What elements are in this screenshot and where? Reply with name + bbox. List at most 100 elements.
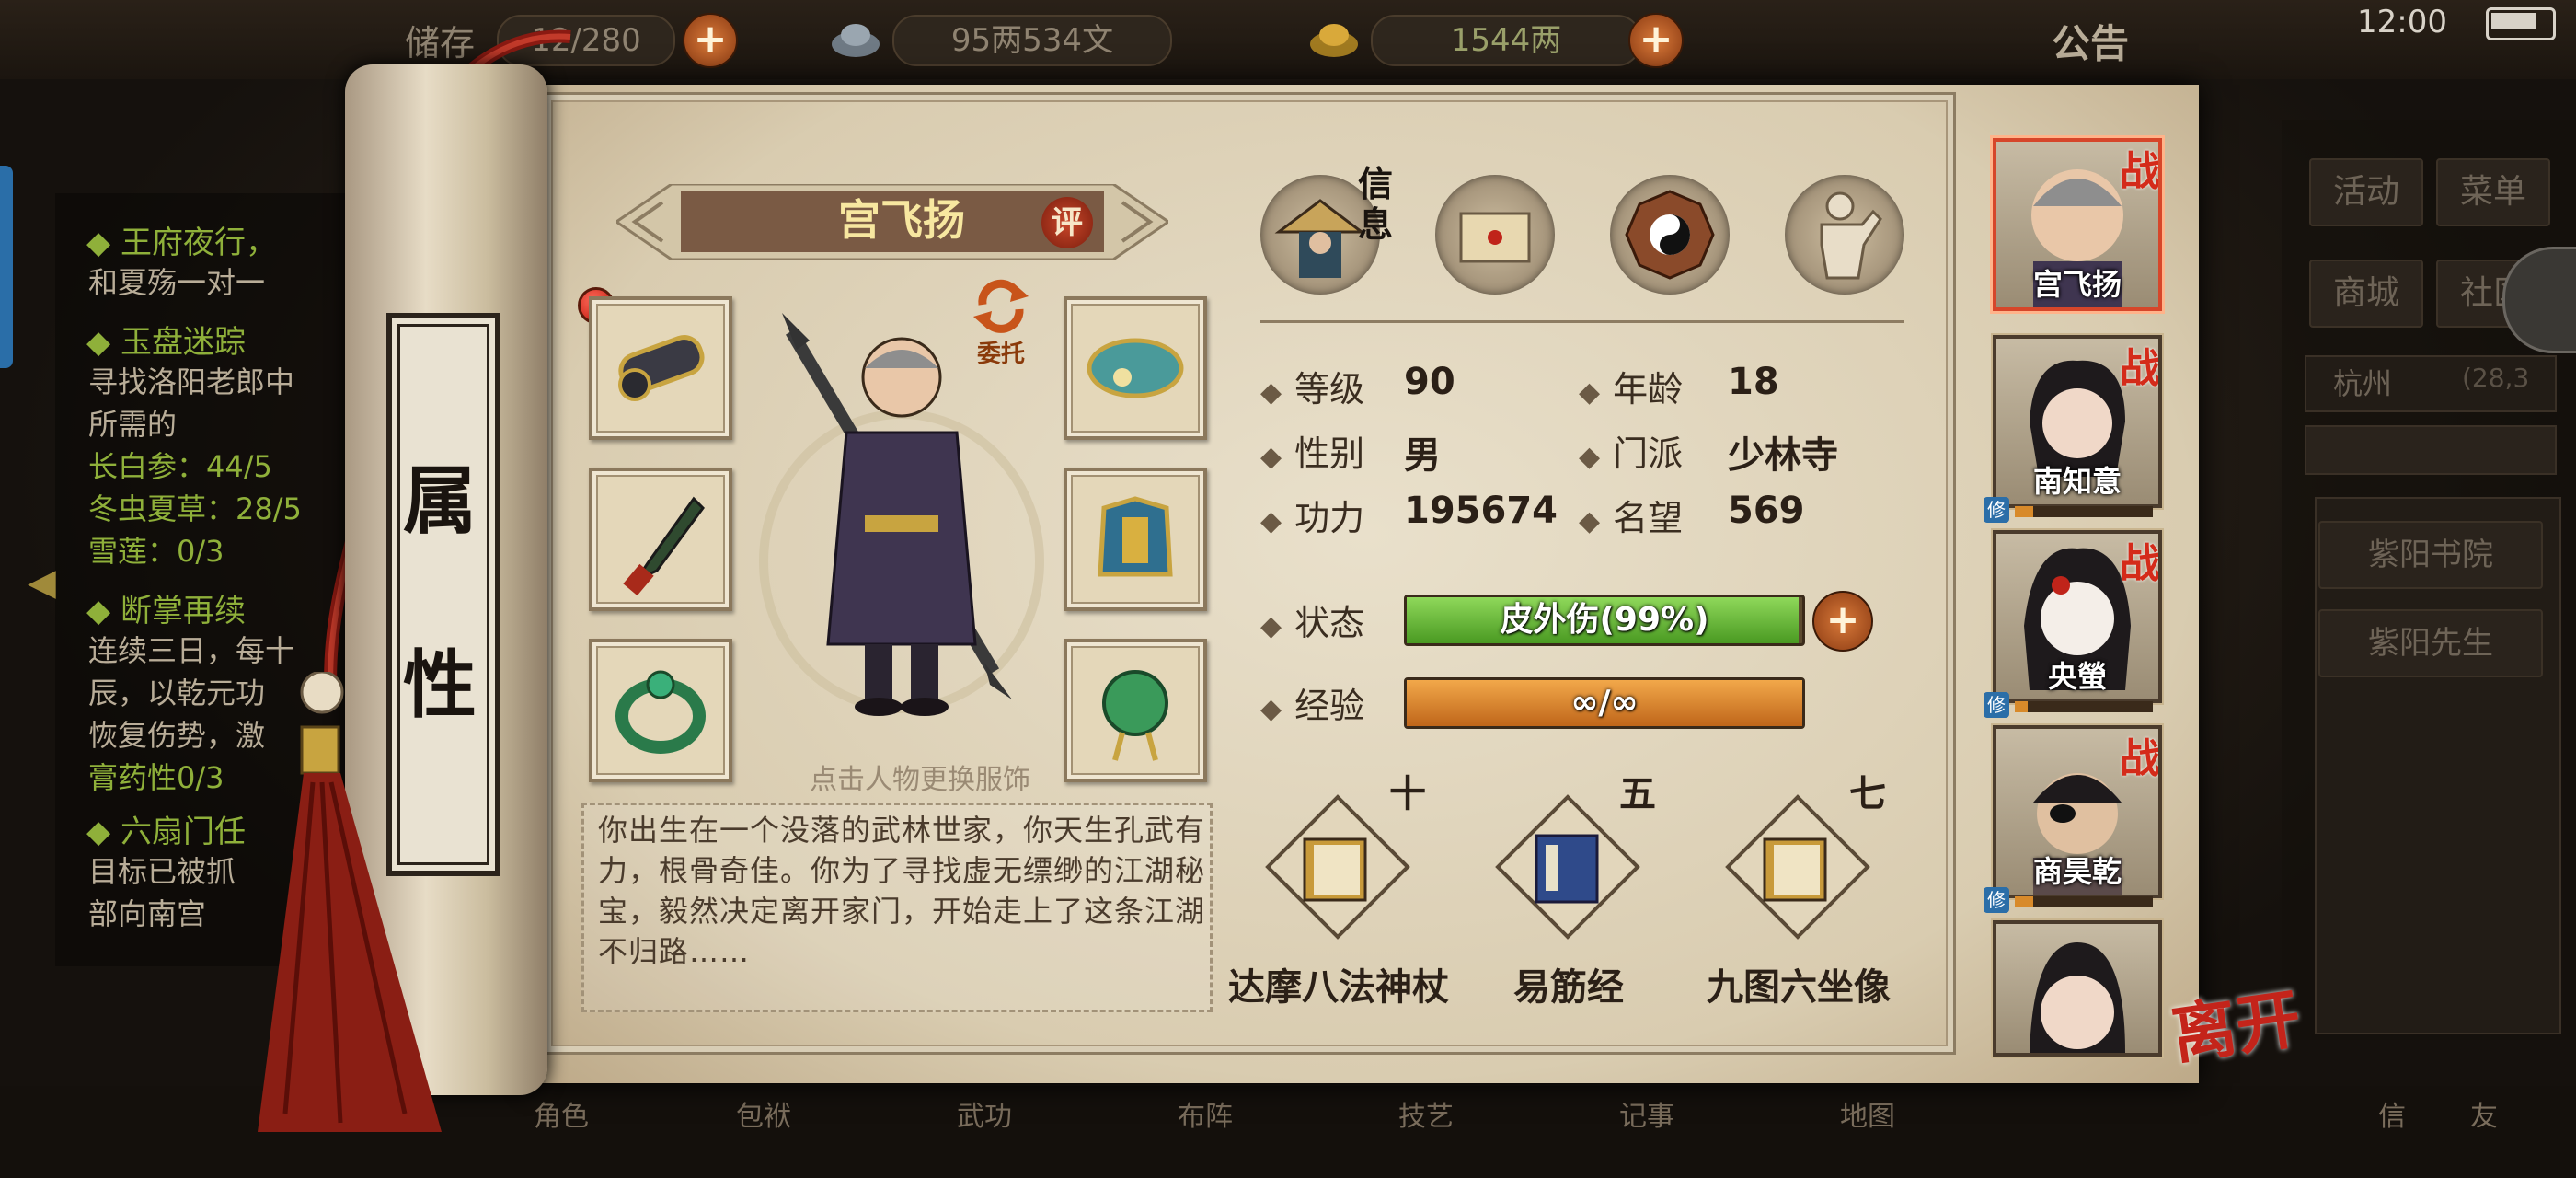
book-icon: [1725, 794, 1870, 940]
quest-desc: 目标已被抓 部向南宫: [88, 854, 236, 931]
nav-map[interactable]: 地图: [1803, 1093, 1932, 1176]
exp-label: ◆ 经验: [1260, 686, 1365, 726]
party-member[interactable]: 战 央螢: [1993, 530, 2162, 703]
notice-button[interactable]: 公告: [2052, 13, 2129, 69]
battle-badge: 战: [2120, 540, 2160, 587]
sect-value: 少林寺: [1728, 434, 1838, 477]
nav-journal[interactable]: 记事: [1582, 1093, 1711, 1176]
location-coords: (28,3: [2462, 363, 2530, 393]
tassel-decoration: [258, 672, 442, 1132]
activity-button[interactable]: 活动: [2309, 158, 2423, 226]
character-figure[interactable]: [754, 313, 1049, 745]
clock: 12:00: [2357, 4, 2447, 40]
character-bio: 你出生在一个没落的武林世家，你天生孔武有力，根骨奇佳。你为了寻找虚无缥缈的江湖秘…: [598, 813, 1206, 969]
nav-formation[interactable]: 布阵: [1141, 1093, 1270, 1176]
scroll-label-char: 属: [403, 457, 477, 544]
leave-button[interactable]: 离开: [2166, 967, 2306, 1078]
armor-icon: [1098, 496, 1173, 577]
add-gold-button[interactable]: +: [1628, 13, 1684, 68]
gold-amount: 1544两: [1371, 15, 1641, 66]
state-value: 皮外伤(99%): [1500, 601, 1709, 639]
skill-slot[interactable]: [1264, 793, 1411, 941]
nav-martial[interactable]: 武功: [920, 1093, 1049, 1176]
location-name: 杭州: [2333, 366, 2393, 401]
quest-title[interactable]: ◆ 六扇门任: [86, 806, 246, 851]
nav-bag[interactable]: 包袱: [699, 1093, 828, 1176]
info-tab-label: 信息: [1358, 163, 1394, 245]
headband-icon: [1087, 338, 1184, 398]
scroll-map-icon: [1459, 212, 1531, 263]
quest-title[interactable]: ◆ 断掌再续: [86, 585, 246, 630]
party-member-name: 宫飞扬: [2032, 267, 2122, 302]
quest-title[interactable]: ◆ 玉盘迷踪: [86, 317, 246, 362]
nav-role[interactable]: 角色: [497, 1093, 626, 1176]
power-value: 195674: [1404, 490, 1558, 532]
battle-badge: 战: [2120, 735, 2160, 782]
cultivate-badge: 修: [1984, 497, 2009, 523]
party-member[interactable]: 战 商昊乾: [1993, 725, 2162, 898]
skill-slot[interactable]: [1724, 793, 1871, 941]
level-value: 90: [1404, 361, 1455, 403]
party-member[interactable]: [1993, 920, 2162, 1057]
compass-strip: [2305, 425, 2557, 475]
skill-slot[interactable]: [1494, 793, 1641, 941]
bagua-icon: [1625, 190, 1715, 280]
equip-slot-hat[interactable]: [1064, 296, 1207, 440]
blue-book-icon: [1495, 794, 1640, 940]
nav-friend[interactable]: 友: [2420, 1093, 2548, 1176]
gauntlet-icon: [618, 335, 705, 401]
change-outfit-hint: 点击人物更换服饰: [810, 764, 1030, 796]
quest-desc: 和夏殇一对一: [88, 265, 266, 300]
silver-icon: [828, 13, 883, 64]
add-bag-button[interactable]: +: [683, 13, 738, 68]
state-label: ◆ 状态: [1260, 603, 1365, 643]
portrait-woman: [2030, 942, 2125, 1053]
gender-value: 男: [1404, 434, 1441, 477]
shop-button[interactable]: 商城: [2309, 260, 2423, 328]
gold-icon: [1306, 13, 1362, 64]
exp-value: ∞/∞: [1570, 684, 1639, 722]
book-icon: [1265, 794, 1410, 940]
npc-academy-button[interactable]: 紫阳书院: [2318, 521, 2543, 589]
equip-slot-ring[interactable]: [589, 639, 732, 782]
sect-label: ◆ 门派: [1579, 433, 1684, 474]
age-value: 18: [1728, 361, 1779, 403]
fame-value: 569: [1728, 490, 1805, 532]
equip-slot-weapon[interactable]: [589, 468, 732, 611]
bagua-tab[interactable]: [1610, 175, 1730, 294]
battle-badge: 战: [2120, 148, 2160, 195]
age-label: ◆ 年龄: [1579, 369, 1684, 410]
nav-skills[interactable]: 技艺: [1362, 1093, 1490, 1176]
party-progress: [2015, 701, 2153, 712]
heal-button[interactable]: +: [1812, 591, 1873, 652]
silver-amount: 95两534文: [892, 15, 1172, 66]
stats-divider: [1260, 320, 1904, 323]
entrust-label: 委托: [976, 341, 1025, 368]
menu-button[interactable]: 菜单: [2436, 158, 2550, 226]
meridian-tab[interactable]: [1785, 175, 1904, 294]
collapse-arrow-icon[interactable]: ◀: [28, 561, 64, 617]
entrust-button[interactable]: 委托: [964, 272, 1038, 369]
npc-teacher-button[interactable]: 紫阳先生: [2318, 609, 2543, 677]
battle-badge: 战: [2120, 345, 2160, 392]
evaluate-button[interactable]: 评: [1041, 197, 1093, 248]
left-edge-tab[interactable]: [0, 166, 13, 368]
quest-title[interactable]: ◆ 王府夜行，: [86, 217, 277, 262]
cycle-arrows-icon: [973, 279, 1029, 333]
cultivate-badge: 修: [1984, 887, 2009, 913]
gender-label: ◆ 性别: [1260, 433, 1365, 474]
quest-desc: 寻找洛阳老郎中 所需的 长白参：44/5 冬虫夏草：28/5 雪莲：0/3: [88, 364, 302, 569]
skill-name: 九图六坐像: [1707, 966, 1891, 1009]
party-member[interactable]: 战 宫飞扬: [1993, 138, 2162, 311]
equip-slot-armor[interactable]: [1064, 468, 1207, 611]
level-label: ◆ 等级: [1260, 369, 1365, 410]
muscle-figure-icon: [1820, 191, 1882, 280]
party-progress: [2015, 506, 2153, 517]
party-member-name: 央螢: [2047, 659, 2107, 694]
equip-slot-hidden-weapon[interactable]: [589, 296, 732, 440]
cultivate-badge: 修: [1984, 692, 2009, 718]
party-member[interactable]: 战 南知意: [1993, 335, 2162, 508]
scroll-tab[interactable]: [1435, 175, 1555, 294]
party-member-name: 商昊乾: [2032, 854, 2122, 889]
party-member-name: 南知意: [2032, 464, 2122, 499]
